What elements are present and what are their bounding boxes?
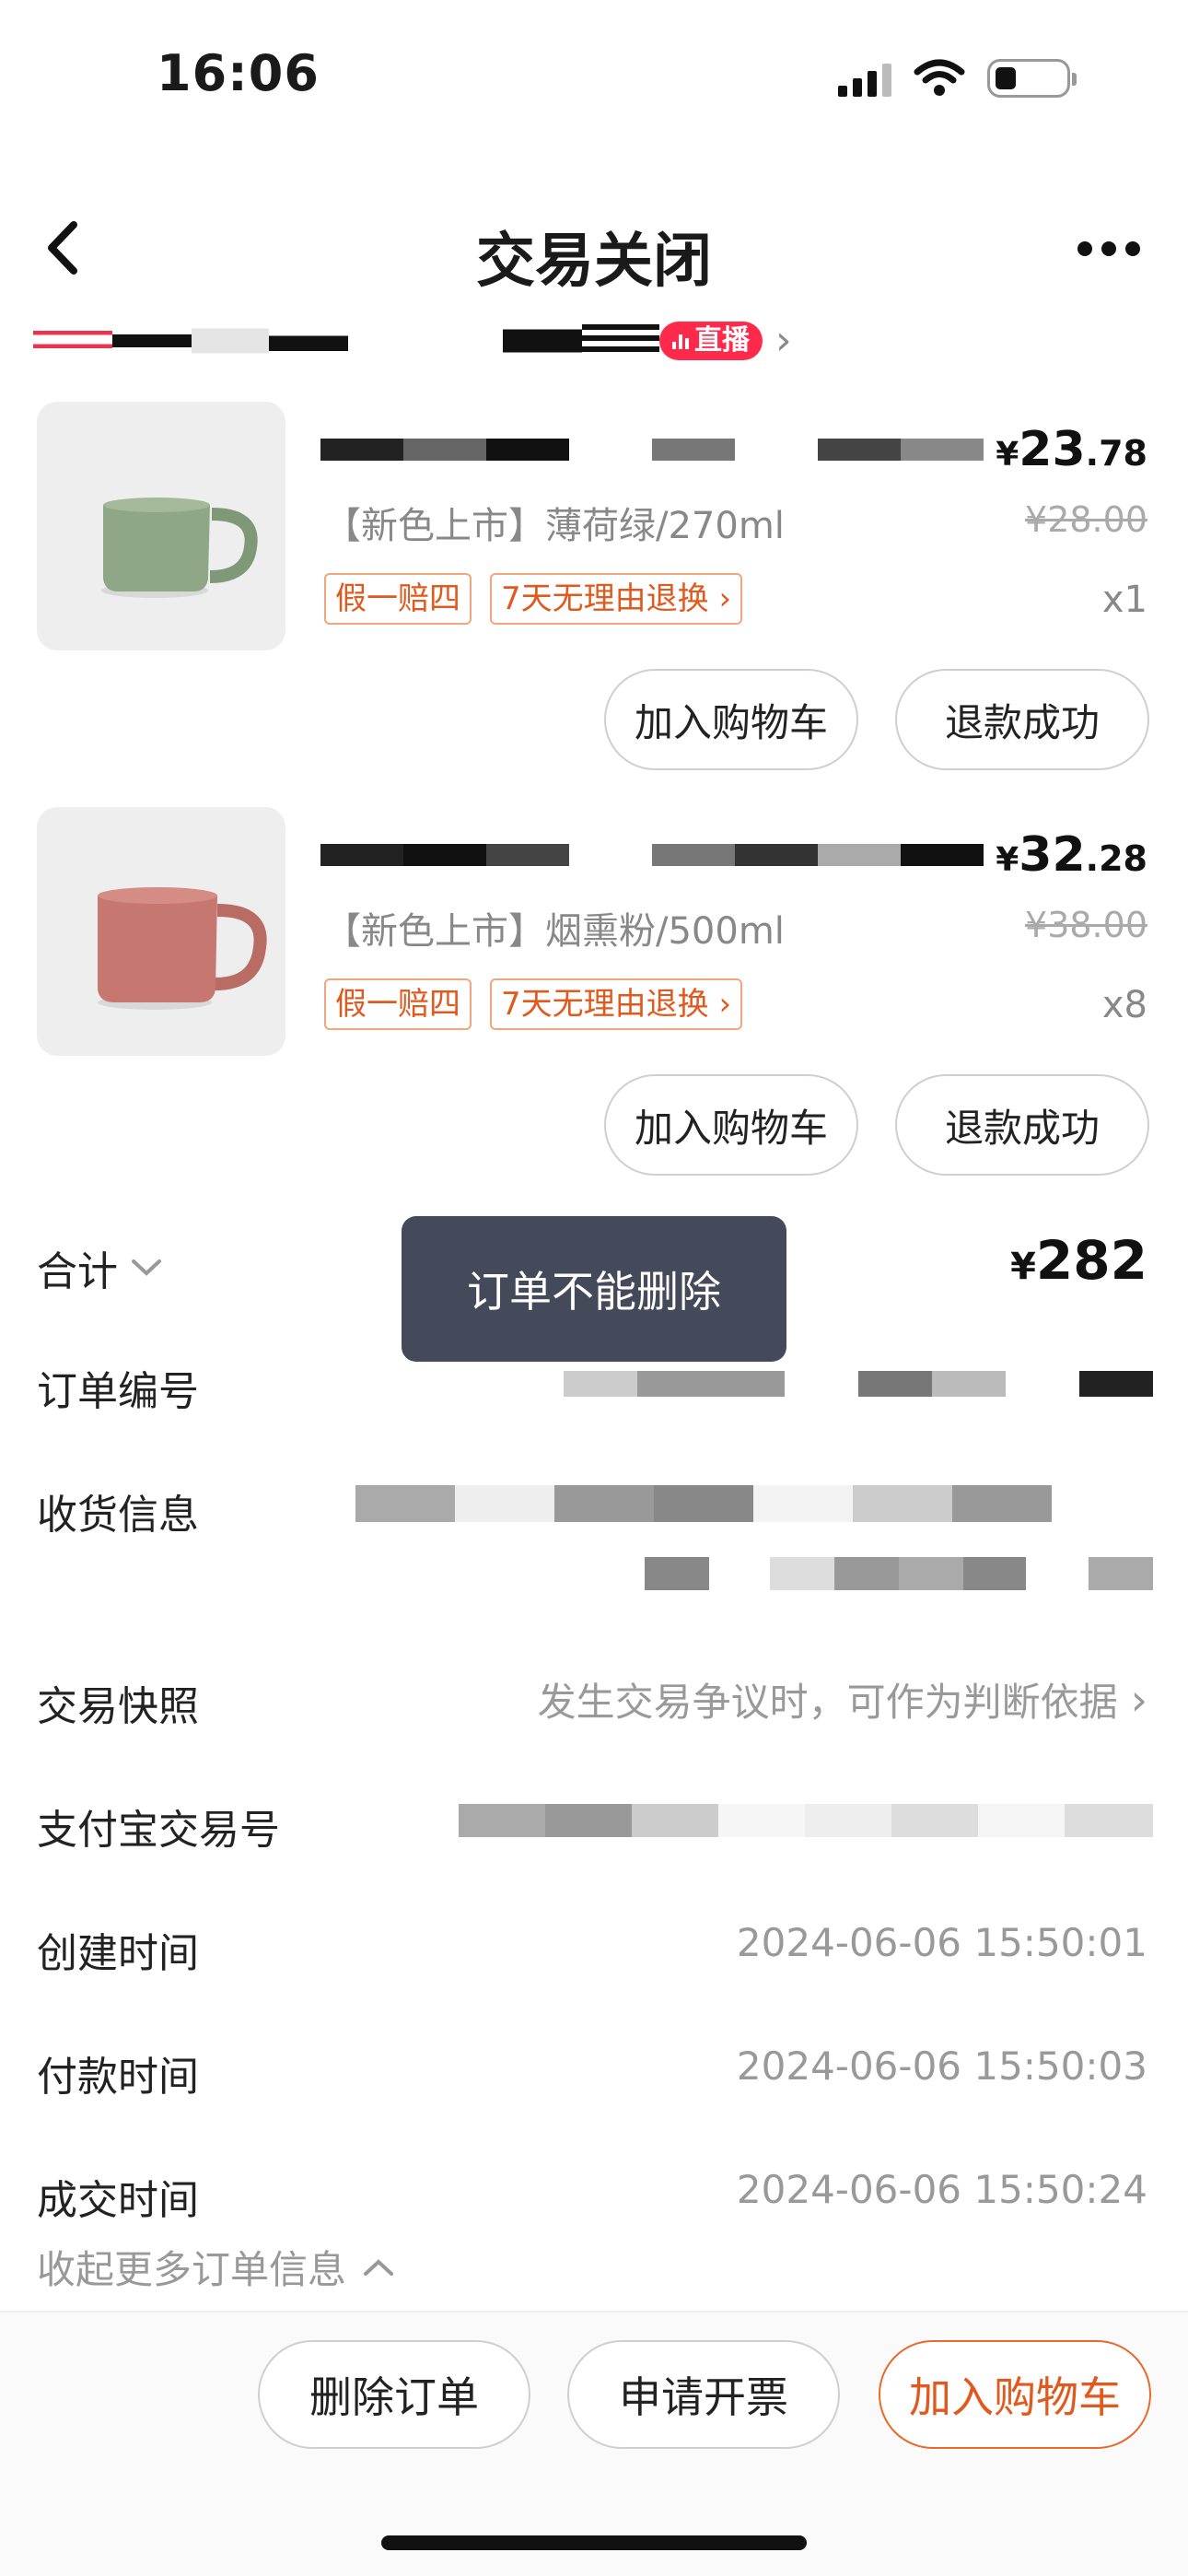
status-time: 16:06 bbox=[157, 44, 320, 102]
chevron-right-icon: › bbox=[1130, 1674, 1147, 1725]
wifi-icon bbox=[914, 59, 965, 96]
address-label: 收货信息 bbox=[37, 1492, 199, 1539]
shop-row[interactable]: 直播 › bbox=[33, 319, 798, 363]
alipay-trade-redacted bbox=[459, 1804, 1153, 1837]
add-to-cart-primary-button[interactable]: 加入购物车 bbox=[879, 2340, 1151, 2449]
shop-name-redacted bbox=[33, 324, 112, 357]
tag-authentic: 假一赔四 bbox=[324, 573, 472, 625]
total-toggle[interactable]: 合计 bbox=[37, 1238, 162, 1297]
add-to-cart-button[interactable]: 加入购物车 bbox=[604, 1074, 858, 1176]
chevron-down-icon bbox=[132, 1259, 161, 1276]
created-time-value: 2024-06-06 15:50:01 bbox=[736, 1920, 1147, 1965]
product-title-redacted bbox=[320, 844, 984, 866]
product-price: ¥32.28 bbox=[996, 827, 1147, 883]
address-redacted-line-2 bbox=[645, 1557, 1153, 1590]
tag-return[interactable]: 7天无理由退换 › bbox=[490, 978, 743, 1030]
live-badge-label: 直播 bbox=[694, 324, 750, 357]
apply-invoice-button[interactable]: 申请开票 bbox=[567, 2340, 840, 2449]
alipay-trade-label: 支付宝交易号 bbox=[37, 1807, 280, 1854]
product-qty: x1 bbox=[1101, 579, 1147, 621]
mug-image bbox=[98, 887, 267, 1010]
collapse-order-info[interactable]: 收起更多订单信息 bbox=[37, 2239, 394, 2295]
delete-order-button[interactable]: 删除订单 bbox=[258, 2340, 530, 2449]
product-spec: 【新色上市】烟熏粉/500ml bbox=[324, 910, 785, 953]
live-bars-icon bbox=[672, 333, 689, 349]
paid-time-value: 2024-06-06 15:50:03 bbox=[736, 2043, 1147, 2089]
service-tags: 假一赔四 7天无理由退换 › bbox=[324, 573, 743, 625]
original-price: ¥28.00 bbox=[1025, 499, 1147, 540]
original-price: ¥38.00 bbox=[1025, 905, 1147, 945]
address-redacted-line-1 bbox=[355, 1485, 1052, 1522]
product-title-redacted bbox=[320, 439, 984, 461]
more-icon[interactable] bbox=[1077, 241, 1140, 256]
home-indicator bbox=[381, 2535, 807, 2550]
signal-icon bbox=[838, 60, 891, 97]
paid-time-label: 付款时间 bbox=[37, 2054, 199, 2101]
order-number-redacted bbox=[564, 1371, 1153, 1397]
battery-icon bbox=[987, 59, 1077, 98]
product-image[interactable] bbox=[37, 807, 285, 1056]
service-tags: 假一赔四 7天无理由退换 › bbox=[324, 978, 743, 1030]
snapshot-value: 发生交易争议时，可作为判断依据 bbox=[537, 1680, 1118, 1725]
add-to-cart-button[interactable]: 加入购物车 bbox=[604, 669, 858, 770]
mug-image bbox=[101, 498, 258, 598]
tag-return[interactable]: 7天无理由退换 › bbox=[490, 573, 743, 625]
product-spec: 【新色上市】薄荷绿/270ml bbox=[324, 505, 785, 547]
deal-time-label: 成交时间 bbox=[37, 2177, 199, 2224]
page-title: 交易关闭 bbox=[476, 228, 712, 296]
order-number-label: 订单编号 bbox=[37, 1368, 199, 1415]
total-label: 合计 bbox=[37, 1248, 118, 1295]
refund-status-button[interactable]: 退款成功 bbox=[895, 669, 1149, 770]
deal-time-value: 2024-06-06 15:50:24 bbox=[736, 2167, 1147, 2212]
total-amount: ¥282 bbox=[1010, 1229, 1147, 1292]
created-time-label: 创建时间 bbox=[37, 1930, 199, 1977]
product-qty: x8 bbox=[1101, 984, 1147, 1026]
status-icons bbox=[838, 57, 1077, 100]
collapse-label: 收起更多订单信息 bbox=[37, 2247, 347, 2292]
snapshot-label: 交易快照 bbox=[37, 1683, 199, 1730]
product-image[interactable] bbox=[37, 402, 285, 650]
chevron-right-icon: › bbox=[775, 317, 792, 364]
live-badge: 直播 bbox=[659, 322, 763, 360]
tag-authentic: 假一赔四 bbox=[324, 978, 472, 1030]
snapshot-link[interactable]: 发生交易争议时，可作为判断依据 › bbox=[538, 1671, 1147, 1727]
toast-message: 订单不能删除 bbox=[402, 1216, 786, 1362]
product-price: ¥23.78 bbox=[996, 422, 1147, 477]
chevron-up-icon bbox=[364, 2258, 394, 2276]
refund-status-button[interactable]: 退款成功 bbox=[895, 1074, 1149, 1176]
